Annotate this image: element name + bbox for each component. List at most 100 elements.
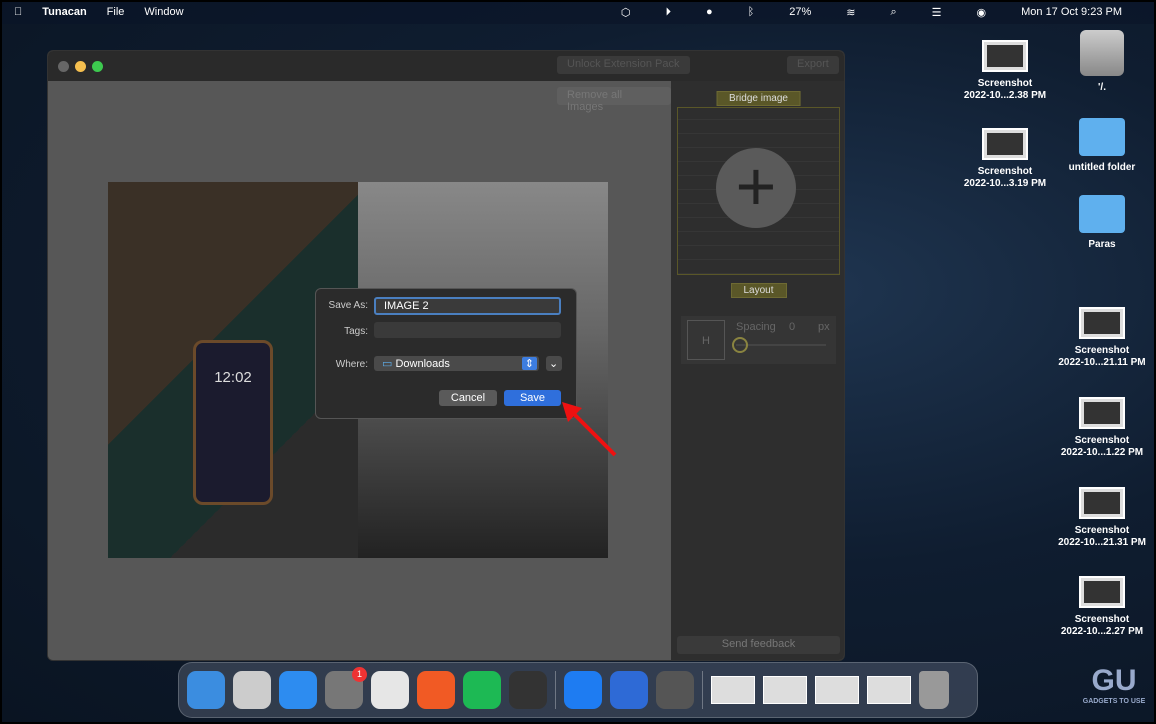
desktop-item-label: Screenshot [977, 78, 1033, 89]
spacing-input[interactable]: 0 [789, 321, 795, 333]
watermark-logo: GU GADGETS TO USE [1082, 664, 1146, 705]
bluetooth-icon[interactable]: ᛒ [748, 6, 755, 18]
desktop-item-label: '/. [1098, 82, 1106, 93]
app-status-icon[interactable]: ● [706, 6, 713, 18]
chevron-updown-icon: ⇕ [521, 357, 537, 370]
desktop-item[interactable]: Screenshot 2022-10...2.27 PM [1052, 576, 1152, 638]
spacing-unit: px [818, 321, 830, 333]
dock-brave-icon[interactable] [417, 671, 455, 709]
close-button[interactable] [58, 61, 69, 72]
layout-panel: H Spacing 0 px [681, 316, 836, 364]
desktop-item-label: Screenshot [977, 166, 1033, 177]
export-button[interactable]: Export [787, 56, 839, 74]
save-as-label: Save As: [328, 300, 368, 311]
phone-in-image: 12:02 [193, 340, 273, 505]
red-arrow-annotation [562, 402, 617, 457]
apple-icon[interactable]:  [14, 6, 22, 18]
desktop-item-label: Screenshot [1074, 614, 1130, 625]
desktop-item-sublabel: 2022-10...1.22 PM [1060, 447, 1144, 458]
layout-label: Layout [730, 283, 787, 298]
layout-h-button[interactable]: H [687, 320, 725, 360]
dock-separator [555, 671, 556, 709]
drive-icon [1080, 30, 1124, 76]
dock-spotify-icon[interactable] [463, 671, 501, 709]
where-label: Where: [335, 359, 368, 370]
siri-icon[interactable]: ◉ [977, 6, 987, 19]
bridge-image-label: Bridge image [716, 91, 801, 106]
dock-app-face-icon[interactable] [610, 671, 648, 709]
dock-app-wave-icon[interactable] [656, 671, 694, 709]
desktop-item[interactable]: Screenshot 2022-10...21.11 PM [1052, 307, 1152, 369]
desktop-item-sublabel: 2022-10...3.19 PM [963, 178, 1047, 189]
battery-status[interactable]: 27% [789, 6, 811, 18]
tags-input[interactable] [374, 322, 561, 338]
menu-bar:  Tunacan File Window ⬡ ⏵ ● ᛒ 27% ≋ ⌕ ☰ … [0, 0, 1156, 24]
thumb-icon [1079, 487, 1125, 519]
dock-chrome-icon[interactable] [371, 671, 409, 709]
desktop-item-label: Screenshot [1074, 525, 1130, 536]
desktop-item[interactable]: '/. [1052, 30, 1152, 94]
desktop-item-sublabel: 2022-10...2.38 PM [963, 90, 1047, 101]
thumb-icon [1079, 576, 1125, 608]
control-center-icon[interactable]: ☰ [932, 6, 942, 19]
dock-app-ring-icon[interactable] [509, 671, 547, 709]
minimize-button[interactable] [75, 61, 86, 72]
desktop-item-label: Screenshot [1074, 435, 1130, 446]
desktop-item-sublabel: 2022-10...21.31 PM [1058, 537, 1146, 548]
tags-label: Tags: [344, 326, 368, 337]
dock-safari-icon[interactable] [279, 671, 317, 709]
zoom-button[interactable] [92, 61, 103, 72]
desktop-item[interactable]: Screenshot 2022-10...3.19 PM [955, 128, 1055, 190]
expand-button[interactable]: ⌄ [546, 356, 562, 371]
wifi-icon[interactable]: ≋ [846, 6, 855, 19]
title-bar: Unlock Extension Pack Export [48, 51, 844, 81]
phone-time: 12:02 [214, 369, 252, 386]
dock-separator [702, 671, 703, 709]
desktop-item[interactable]: Screenshot 2022-10...2.38 PM [955, 40, 1055, 102]
add-icon[interactable]: + [716, 148, 796, 228]
dock-finder-icon[interactable] [187, 671, 225, 709]
desktop-item-sublabel: 2022-10...2.27 PM [1060, 626, 1144, 637]
folder-icon: ▭ [382, 358, 396, 370]
dock-minimized-window[interactable] [815, 676, 859, 704]
thumb-icon [982, 40, 1028, 72]
menu-app-name[interactable]: Tunacan [42, 6, 86, 18]
clock[interactable]: Mon 17 Oct 9:23 PM [1021, 6, 1122, 18]
where-value: Downloads [395, 358, 450, 370]
cancel-button[interactable]: Cancel [439, 390, 497, 406]
dock-minimized-window[interactable] [711, 676, 755, 704]
desktop-item-label: Paras [1088, 239, 1116, 250]
desktop-item-label: Screenshot [1074, 345, 1130, 356]
desktop-item-sublabel: 2022-10...21.11 PM [1058, 357, 1146, 368]
send-feedback-button[interactable]: Send feedback [677, 636, 840, 654]
search-icon[interactable]: ⌕ [890, 6, 896, 19]
thumb-icon [1079, 397, 1125, 429]
desktop-item-label: untitled folder [1068, 162, 1136, 173]
save-button[interactable]: Save [504, 390, 561, 406]
play-icon[interactable]: ⏵ [665, 6, 671, 19]
where-select[interactable]: ▭ Downloads ⇕ [374, 356, 539, 371]
desktop-item[interactable]: Screenshot 2022-10...1.22 PM [1052, 397, 1152, 459]
unlock-extension-button[interactable]: Unlock Extension Pack [557, 56, 690, 74]
menu-file[interactable]: File [107, 6, 125, 18]
dock-launchpad-icon[interactable] [233, 671, 271, 709]
save-as-input[interactable]: IMAGE 2 [374, 297, 561, 315]
dock-app-store-icon[interactable] [564, 671, 602, 709]
dock-minimized-window[interactable] [867, 676, 911, 704]
spacing-slider[interactable] [736, 344, 826, 346]
thumb-icon [982, 128, 1028, 160]
desktop-item[interactable]: untitled folder [1052, 118, 1152, 174]
desktop-item[interactable]: Paras [1052, 195, 1152, 251]
desktop-item[interactable]: Screenshot 2022-10...21.31 PM [1052, 487, 1152, 549]
status-icon[interactable]: ⬡ [621, 6, 631, 19]
dock-minimized-window[interactable] [763, 676, 807, 704]
bridge-image-drop[interactable]: + [677, 107, 840, 275]
remove-all-images-button[interactable]: Remove all Images [557, 87, 671, 113]
folder-icon [1079, 118, 1125, 156]
thumb-icon [1079, 307, 1125, 339]
dock-trash-icon[interactable] [919, 671, 949, 709]
folder-icon [1079, 195, 1125, 233]
menu-window[interactable]: Window [144, 6, 183, 18]
dock-system-preferences-icon[interactable]: 1 [325, 667, 367, 709]
slider-thumb[interactable] [732, 337, 748, 353]
